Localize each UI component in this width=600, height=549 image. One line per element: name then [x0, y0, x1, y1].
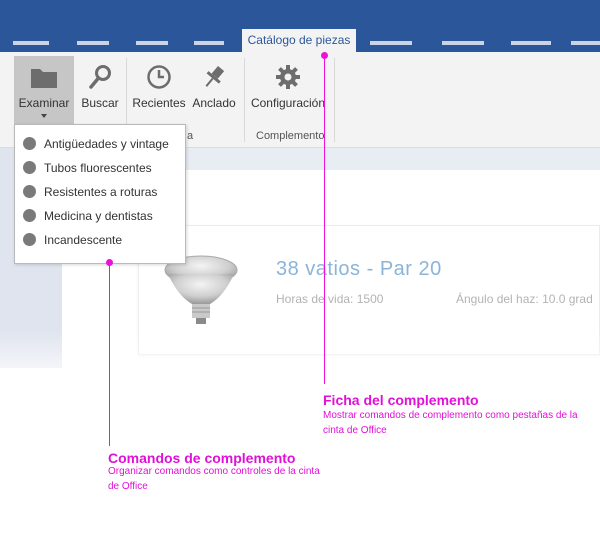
tab-placeholder[interactable]	[136, 41, 168, 45]
life-hours-value: 1500	[356, 292, 384, 306]
callout-line	[109, 263, 110, 446]
recientes-button[interactable]: Recientes	[131, 56, 187, 122]
life-hours-label: Horas de vida:	[276, 292, 357, 306]
product-title: 38 vatios - Par 20	[276, 258, 442, 280]
life-hours: Horas de vida: 1500	[276, 292, 383, 306]
callout-line	[324, 56, 325, 384]
buscar-label: Buscar	[81, 96, 119, 110]
tab-placeholder[interactable]	[194, 41, 224, 45]
anclado-label: Anclado	[192, 96, 236, 110]
tab-placeholder[interactable]	[13, 41, 49, 45]
circle-icon	[23, 185, 36, 198]
pin-icon	[205, 66, 225, 87]
ribbon-separator	[334, 58, 335, 142]
buscar-button[interactable]: Buscar	[78, 56, 122, 122]
menu-item-resistentes[interactable]: Resistentes a roturas	[15, 181, 185, 203]
group-label: a	[187, 130, 194, 142]
tab-placeholder[interactable]	[511, 41, 551, 45]
circle-icon	[23, 209, 36, 222]
menu-item-label: Resistentes a roturas	[44, 185, 158, 199]
beam-angle: Ángulo del haz: 10.0 grad	[456, 292, 593, 306]
tab-placeholder[interactable]	[77, 41, 109, 45]
callout-addin-tab-title: Ficha del complemento	[323, 392, 479, 408]
menu-item-label: Incandescente	[44, 233, 123, 247]
menu-item-medicina[interactable]: Medicina y dentistas	[15, 205, 185, 227]
chevron-down-icon	[41, 114, 47, 118]
group-label-complemento: Complemento	[256, 130, 325, 142]
menu-item-label: Antigüedades y vintage	[44, 137, 169, 151]
gear-icon	[276, 65, 300, 89]
tab-strip: Catálogo de piezas	[0, 0, 600, 52]
menu-item-label: Tubos fluorescentes	[44, 161, 152, 175]
fade-overlay	[0, 330, 600, 390]
circle-icon	[23, 233, 36, 246]
folder-icon	[31, 69, 57, 88]
clock-icon	[147, 65, 171, 89]
anclado-button[interactable]: Anclado	[189, 56, 239, 122]
menu-item-antiguedades[interactable]: Antigüedades y vintage	[15, 133, 185, 155]
tab-placeholder[interactable]	[442, 41, 484, 45]
callout-addin-commands-desc: Organizar comandos como controles de la …	[108, 466, 320, 492]
ribbon-separator	[244, 58, 245, 142]
recientes-label: Recientes	[132, 96, 186, 110]
search-icon	[89, 65, 111, 89]
examinar-dropdown-menu: Antigüedades y vintage Tubos fluorescent…	[14, 124, 186, 264]
menu-item-incandescente[interactable]: Incandescente	[15, 229, 185, 251]
callout-addin-tab-desc: Mostrar comandos de complemento como pes…	[323, 410, 578, 436]
tab-catalogo-de-piezas[interactable]: Catálogo de piezas	[242, 29, 356, 52]
examinar-label: Examinar	[18, 96, 70, 110]
circle-icon	[23, 161, 36, 174]
configuracion-button[interactable]: Configuración	[250, 56, 326, 122]
menu-item-label: Medicina y dentistas	[44, 209, 153, 223]
beam-angle-value: 10.0 grad	[542, 292, 593, 306]
circle-icon	[23, 137, 36, 150]
menu-item-tubos-fluorescentes[interactable]: Tubos fluorescentes	[15, 157, 185, 179]
tab-placeholder[interactable]	[571, 41, 600, 45]
examinar-button[interactable]: Examinar	[14, 56, 74, 128]
beam-angle-label: Ángulo del haz:	[456, 292, 543, 306]
configuracion-label: Configuración	[250, 96, 326, 110]
tab-placeholder[interactable]	[370, 41, 412, 45]
office-window: Catálogo de piezas Examinar Buscar Recie…	[0, 0, 600, 549]
